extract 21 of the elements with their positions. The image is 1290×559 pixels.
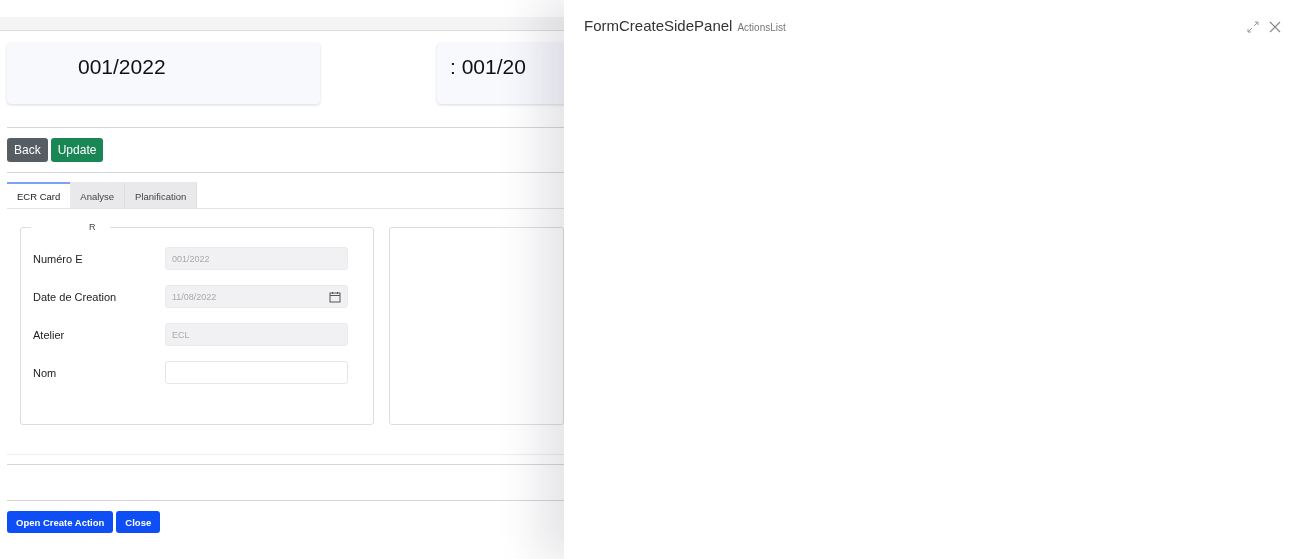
close-button[interactable]: Close <box>116 511 161 533</box>
expand-icon[interactable] <box>1246 20 1260 34</box>
back-button[interactable]: Back <box>7 138 48 162</box>
field-label: Atelier <box>33 328 66 341</box>
panel-title: FormCreateSidePanel <box>584 17 733 34</box>
open-create-action-button[interactable]: Open Create Action <box>7 511 114 533</box>
panel-subtitle: ActionsList <box>737 22 786 33</box>
card-title: : 001/20 <box>450 54 526 79</box>
tab[interactable]: Analyse <box>70 182 126 208</box>
field-value: 11/08/2022 <box>172 291 217 302</box>
field-label: Date de Creation <box>33 290 118 303</box>
tab[interactable]: Planification <box>125 182 198 208</box>
update-button[interactable]: Update <box>50 138 104 162</box>
field-label: Nom <box>33 366 58 379</box>
section-legend: R <box>31 222 110 232</box>
close-icon[interactable] <box>1268 20 1282 34</box>
card-title: 001/2022 <box>78 54 166 79</box>
field-label: Numéro E <box>33 252 84 265</box>
field-value: 001/2022 <box>172 253 210 264</box>
field-value: ECL <box>172 329 190 340</box>
input-field[interactable] <box>165 361 348 384</box>
